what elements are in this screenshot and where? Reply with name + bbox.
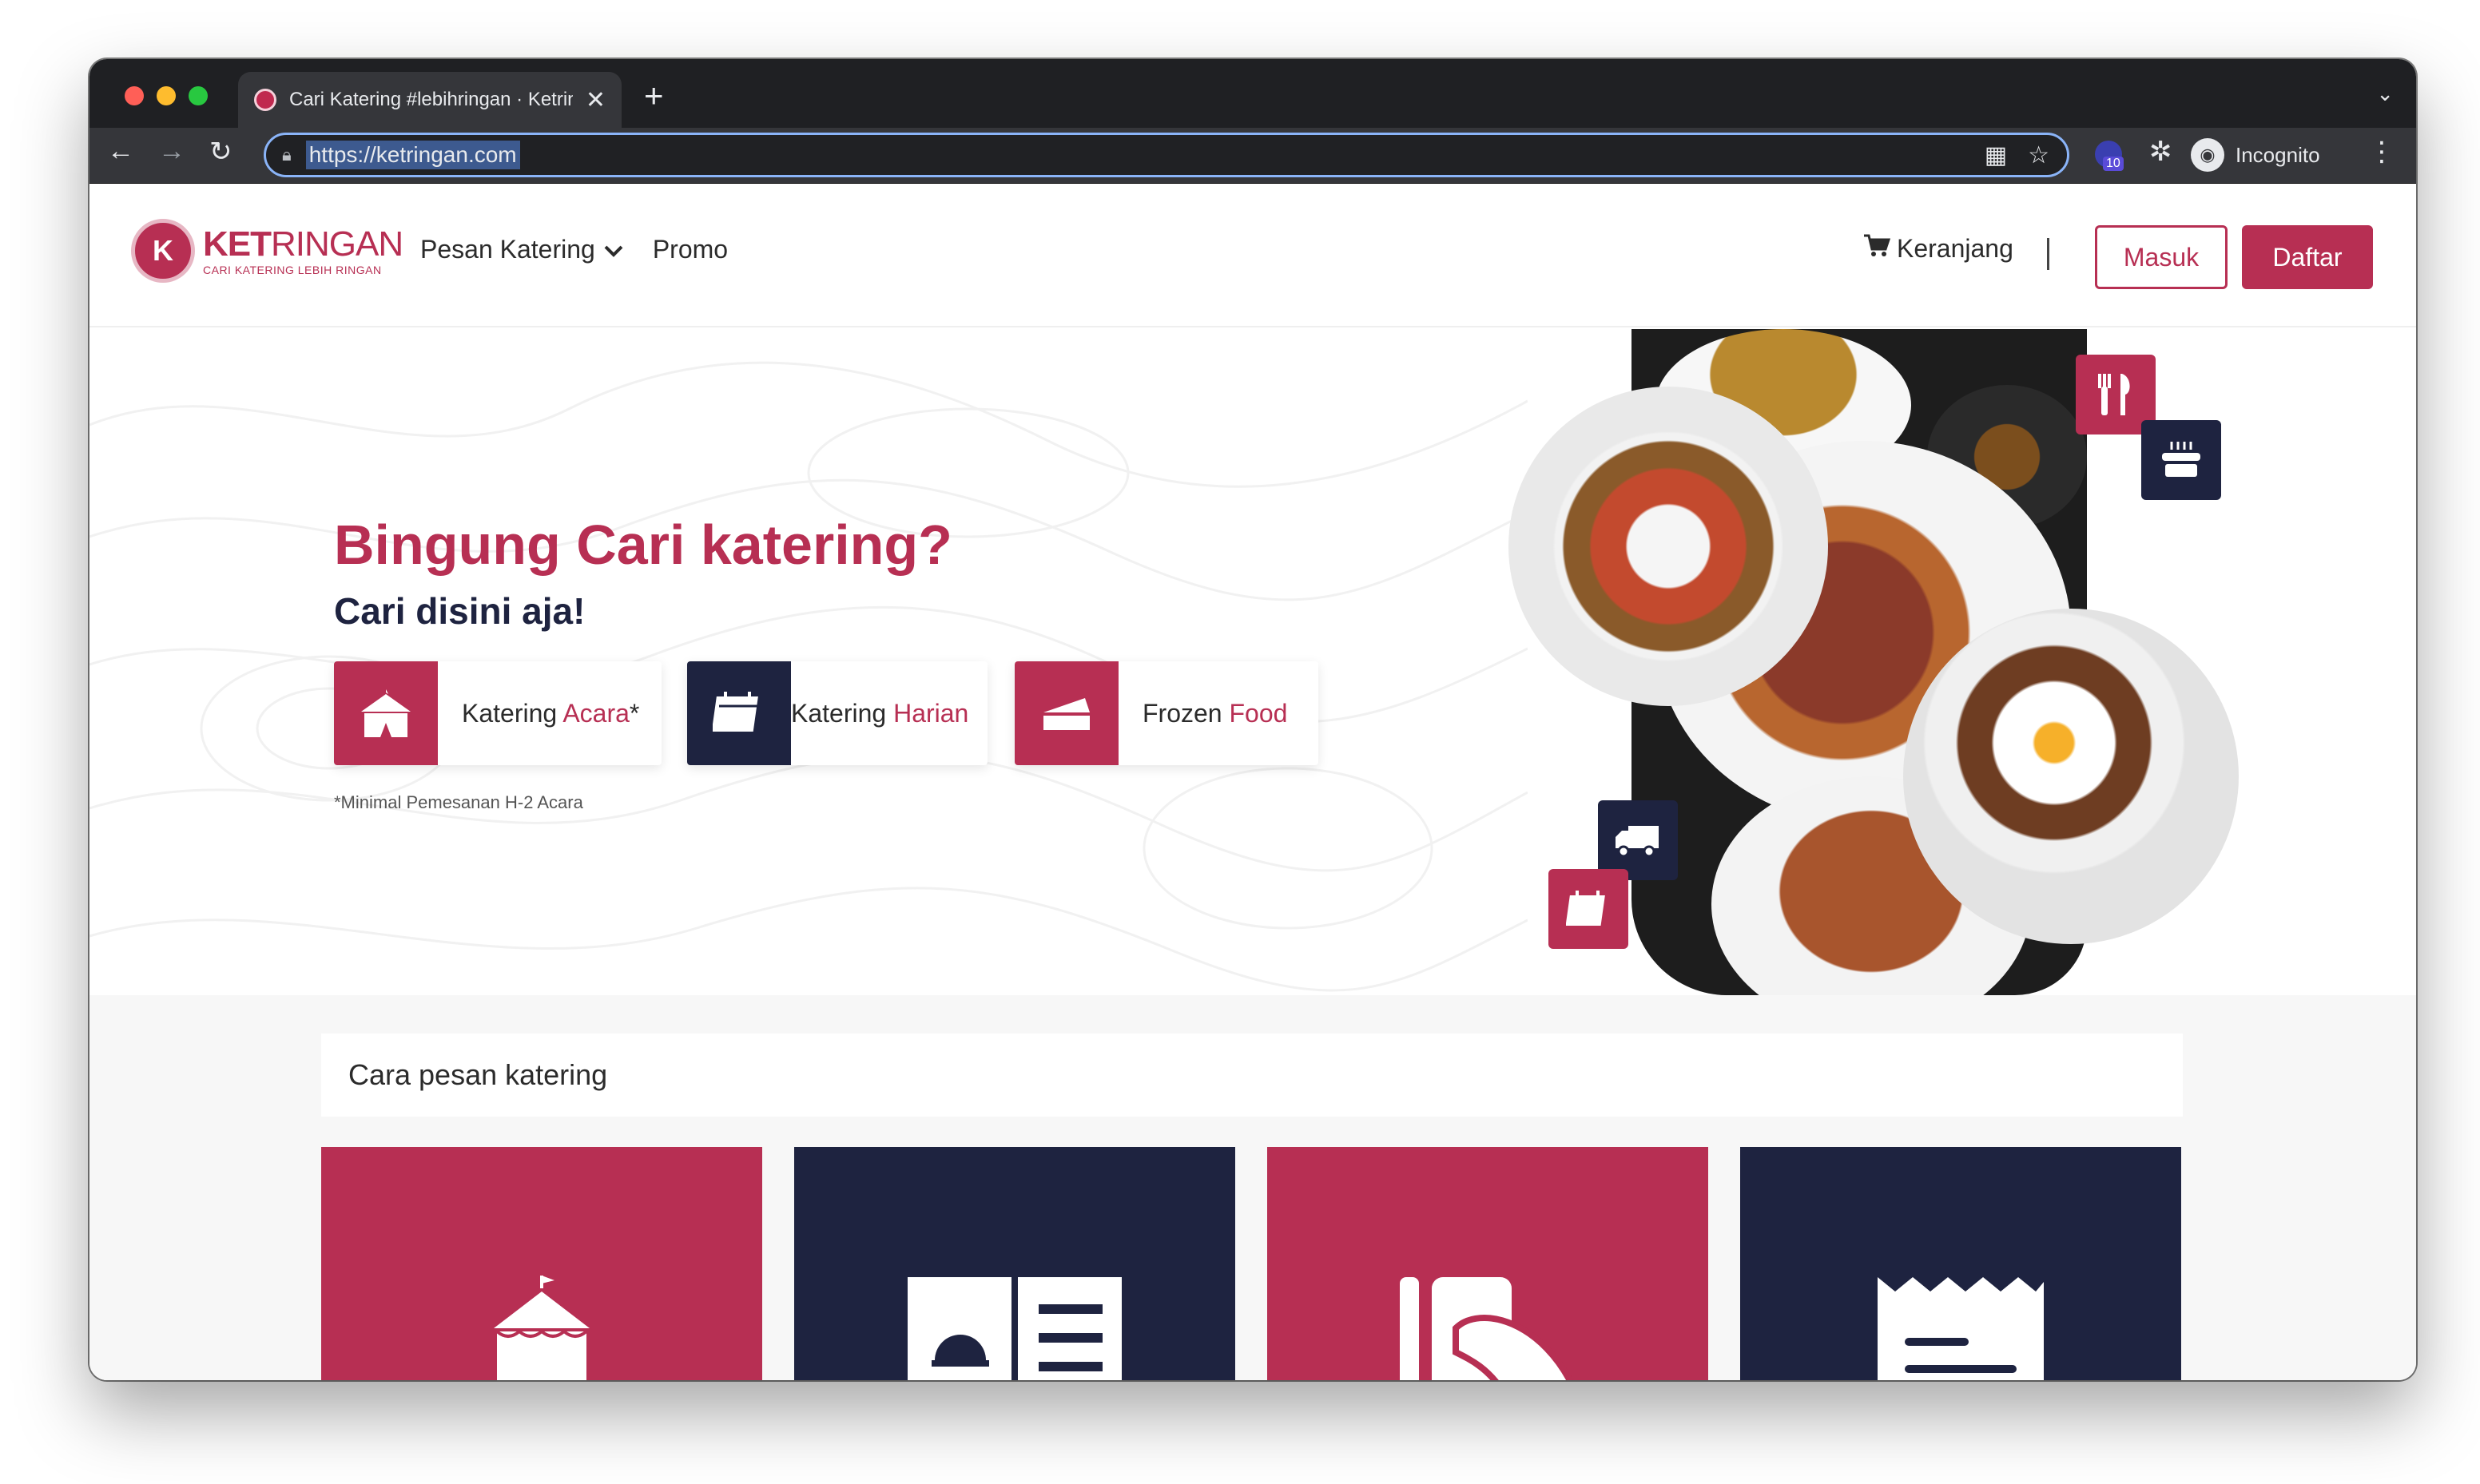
new-tab-button[interactable]: + bbox=[644, 77, 664, 115]
profile-label: Incognito bbox=[2236, 142, 2320, 167]
order-note: *Minimal Pemesanan H-2 Acara bbox=[334, 792, 583, 812]
url-text[interactable]: https://ketringan.com bbox=[305, 141, 520, 169]
tent-icon bbox=[478, 1272, 606, 1380]
food-container-icon bbox=[2141, 420, 2221, 500]
receipt-icon bbox=[1873, 1272, 2049, 1380]
cake-slice-icon bbox=[1015, 661, 1119, 765]
step-card-choose-menu bbox=[794, 1147, 1235, 1380]
menu-book-icon bbox=[903, 1272, 1127, 1380]
extension-badge: 10 bbox=[2103, 157, 2124, 171]
reload-icon[interactable]: ↻ bbox=[209, 136, 232, 168]
category-label: Katering Harian bbox=[791, 698, 969, 728]
site-header: K KETRINGAN CARI KATERING LEBIH RINGAN P… bbox=[89, 184, 2416, 327]
tent-icon bbox=[334, 661, 438, 765]
calendar-icon bbox=[687, 661, 791, 765]
logo-tagline: CARI KATERING LEBIH RINGAN bbox=[203, 264, 382, 276]
more-menu-icon[interactable]: ⋮ bbox=[2368, 136, 2395, 168]
incognito-icon: ◉ bbox=[2191, 138, 2224, 172]
steps-header: Cara pesan katering bbox=[321, 1034, 2183, 1117]
hero-section: Bingung Cari katering? Cari disini aja! … bbox=[89, 329, 2416, 995]
forward-arrow-icon[interactable]: → bbox=[158, 136, 185, 167]
delivery-truck-icon bbox=[1598, 800, 1678, 880]
calendar-icon bbox=[1548, 869, 1628, 949]
tab-strip: Cari Katering #lebihringan · Ketringan ✕… bbox=[89, 59, 2416, 128]
chevron-down-icon bbox=[603, 235, 624, 264]
category-label: Katering Acara* bbox=[462, 698, 640, 728]
qr-code-icon[interactable]: ▦ bbox=[1985, 141, 2007, 169]
webpage: K KETRINGAN CARI KATERING LEBIH RINGAN P… bbox=[89, 184, 2416, 1380]
chef-hat-logo-icon: K bbox=[131, 219, 195, 283]
browser-toolbar: ← → ↻ 🔒︎ https://ketringan.com ▦ ☆ 10 ✲ … bbox=[89, 128, 2416, 184]
tab-search-chevron-icon[interactable]: ⌄ bbox=[2376, 81, 2394, 106]
steak-egg-plate-image bbox=[1903, 609, 2239, 944]
lock-icon: 🔒︎ bbox=[282, 145, 292, 165]
register-button[interactable]: Daftar bbox=[2242, 225, 2373, 289]
bookmark-star-icon[interactable]: ☆ bbox=[2028, 141, 2049, 169]
phone-payment-icon bbox=[1384, 1272, 1592, 1380]
back-arrow-icon[interactable]: ← bbox=[107, 136, 134, 167]
login-button[interactable]: Masuk bbox=[2095, 225, 2228, 289]
nav-pesan-katering[interactable]: Pesan Katering bbox=[420, 235, 624, 264]
address-bar[interactable]: 🔒︎ https://ketringan.com ▦ ☆ bbox=[264, 133, 2069, 177]
cart-icon bbox=[1863, 233, 1891, 264]
close-window-button[interactable] bbox=[125, 86, 144, 105]
header-divider bbox=[2047, 238, 2049, 270]
step-card-choose-event bbox=[321, 1147, 762, 1380]
browser-window: Cari Katering #lebihringan · Ketringan ✕… bbox=[89, 59, 2416, 1380]
tab-close-icon[interactable]: ✕ bbox=[586, 86, 606, 114]
tab-title: Cari Katering #lebihringan · Ketringan bbox=[289, 89, 573, 110]
category-katering-harian[interactable]: Katering Harian bbox=[687, 661, 988, 765]
category-frozen-food[interactable]: Frozen Food bbox=[1015, 661, 1318, 765]
nav-promo[interactable]: Promo bbox=[653, 235, 728, 264]
browser-tab[interactable]: Cari Katering #lebihringan · Ketringan ✕ bbox=[238, 72, 622, 128]
site-logo[interactable]: K KETRINGAN CARI KATERING LEBIH RINGAN bbox=[131, 219, 403, 283]
category-label: Frozen Food bbox=[1143, 698, 1288, 728]
nasi-campur-plate-image bbox=[1508, 387, 1828, 706]
hero-subtitle: Cari disini aja! bbox=[334, 590, 586, 632]
minimize-window-button[interactable] bbox=[157, 86, 176, 105]
main-nav: Pesan Katering Promo bbox=[420, 235, 728, 264]
steps-title: Cara pesan katering bbox=[348, 1058, 608, 1091]
how-to-order-section: Cara pesan katering bbox=[89, 995, 2416, 1380]
logo-wordmark: KETRINGAN bbox=[203, 224, 403, 264]
maximize-window-button[interactable] bbox=[189, 86, 208, 105]
favicon-icon bbox=[254, 89, 276, 111]
profile-button[interactable]: ◉ Incognito bbox=[2191, 134, 2320, 176]
step-card-payment bbox=[1267, 1147, 1708, 1380]
step-card-receipt bbox=[1740, 1147, 2181, 1380]
category-katering-acara[interactable]: Katering Acara* bbox=[334, 661, 662, 765]
hero-title: Bingung Cari katering? bbox=[334, 514, 952, 576]
puzzle-extensions-icon[interactable]: ✲ bbox=[2149, 136, 2172, 168]
cart-link[interactable]: Keranjang bbox=[1863, 233, 2013, 264]
